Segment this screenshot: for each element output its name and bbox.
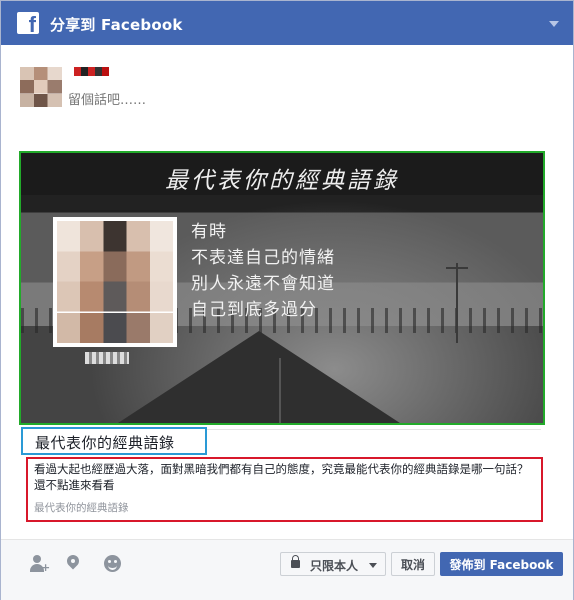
link-description[interactable]: 看過大起也經歷過大落，面對黑暗我們都有自己的態度，究竟最能代表你的經典語錄是哪一… [34,461,534,493]
quote-line: 自己到底多過分 [191,300,317,320]
quote-line: 別人永遠不會知道 [191,274,335,294]
quote-line: 有時 [191,222,227,242]
preview-banner-text: 最代表你的經典語錄 [165,168,399,194]
share-dialog: f 分享到 Facebook 最代表你的經典語錄 有時 不表達自己的情緒 別人永… [0,0,574,600]
privacy-selector-button[interactable]: 只限本人 [280,552,386,576]
dialog-header: f 分享到 Facebook [1,1,573,45]
post-to-facebook-button[interactable]: 發佈到 Facebook [440,552,563,576]
chevron-down-icon[interactable] [549,21,559,27]
preview-photo-caption-redacted [85,352,129,364]
privacy-label: 只限本人 [310,559,359,573]
facebook-logo-icon: f [17,12,39,36]
preview-photo-pixelated [57,221,173,343]
smiley-icon[interactable] [103,554,123,574]
link-description-box[interactable]: 看過大起也經歷過大落，面對黑暗我們都有自己的態度，究竟最能代表你的經典語錄是哪一… [26,457,543,522]
preview-profile-photo [53,217,177,347]
preview-pole [456,263,458,343]
dialog-title: 分享到 Facebook [50,16,183,34]
avatar [20,67,62,107]
link-divider [207,429,541,430]
link-title[interactable]: 最代表你的經典語錄 [35,432,175,453]
preview-road-line [279,358,281,423]
location-pin-icon[interactable] [63,552,83,574]
preview-banner: 最代表你的經典語錄 [21,153,543,195]
tag-people-icon[interactable]: + [28,554,50,574]
preview-image[interactable]: 最代表你的經典語錄 有時 不表達自己的情緒 別人永遠不會知道 自己到底多過分 [19,151,545,425]
preview-quote: 有時 不表達自己的情緒 別人永遠不會知道 自己到底多過分 [191,219,335,323]
composer-input[interactable] [68,89,488,111]
cancel-button[interactable]: 取消 [391,552,435,576]
link-domain: 最代表你的經典語錄 [34,502,129,514]
user-name-redacted [74,67,109,76]
quote-line: 不表達自己的情緒 [191,248,335,268]
lock-icon [291,555,300,568]
dialog-footer: + 只限本人 取消 發佈到 Facebook [1,539,573,600]
preview-pole-arm [446,267,468,269]
link-title-box[interactable]: 最代表你的經典語錄 [21,427,207,455]
chevron-down-icon [369,563,377,568]
